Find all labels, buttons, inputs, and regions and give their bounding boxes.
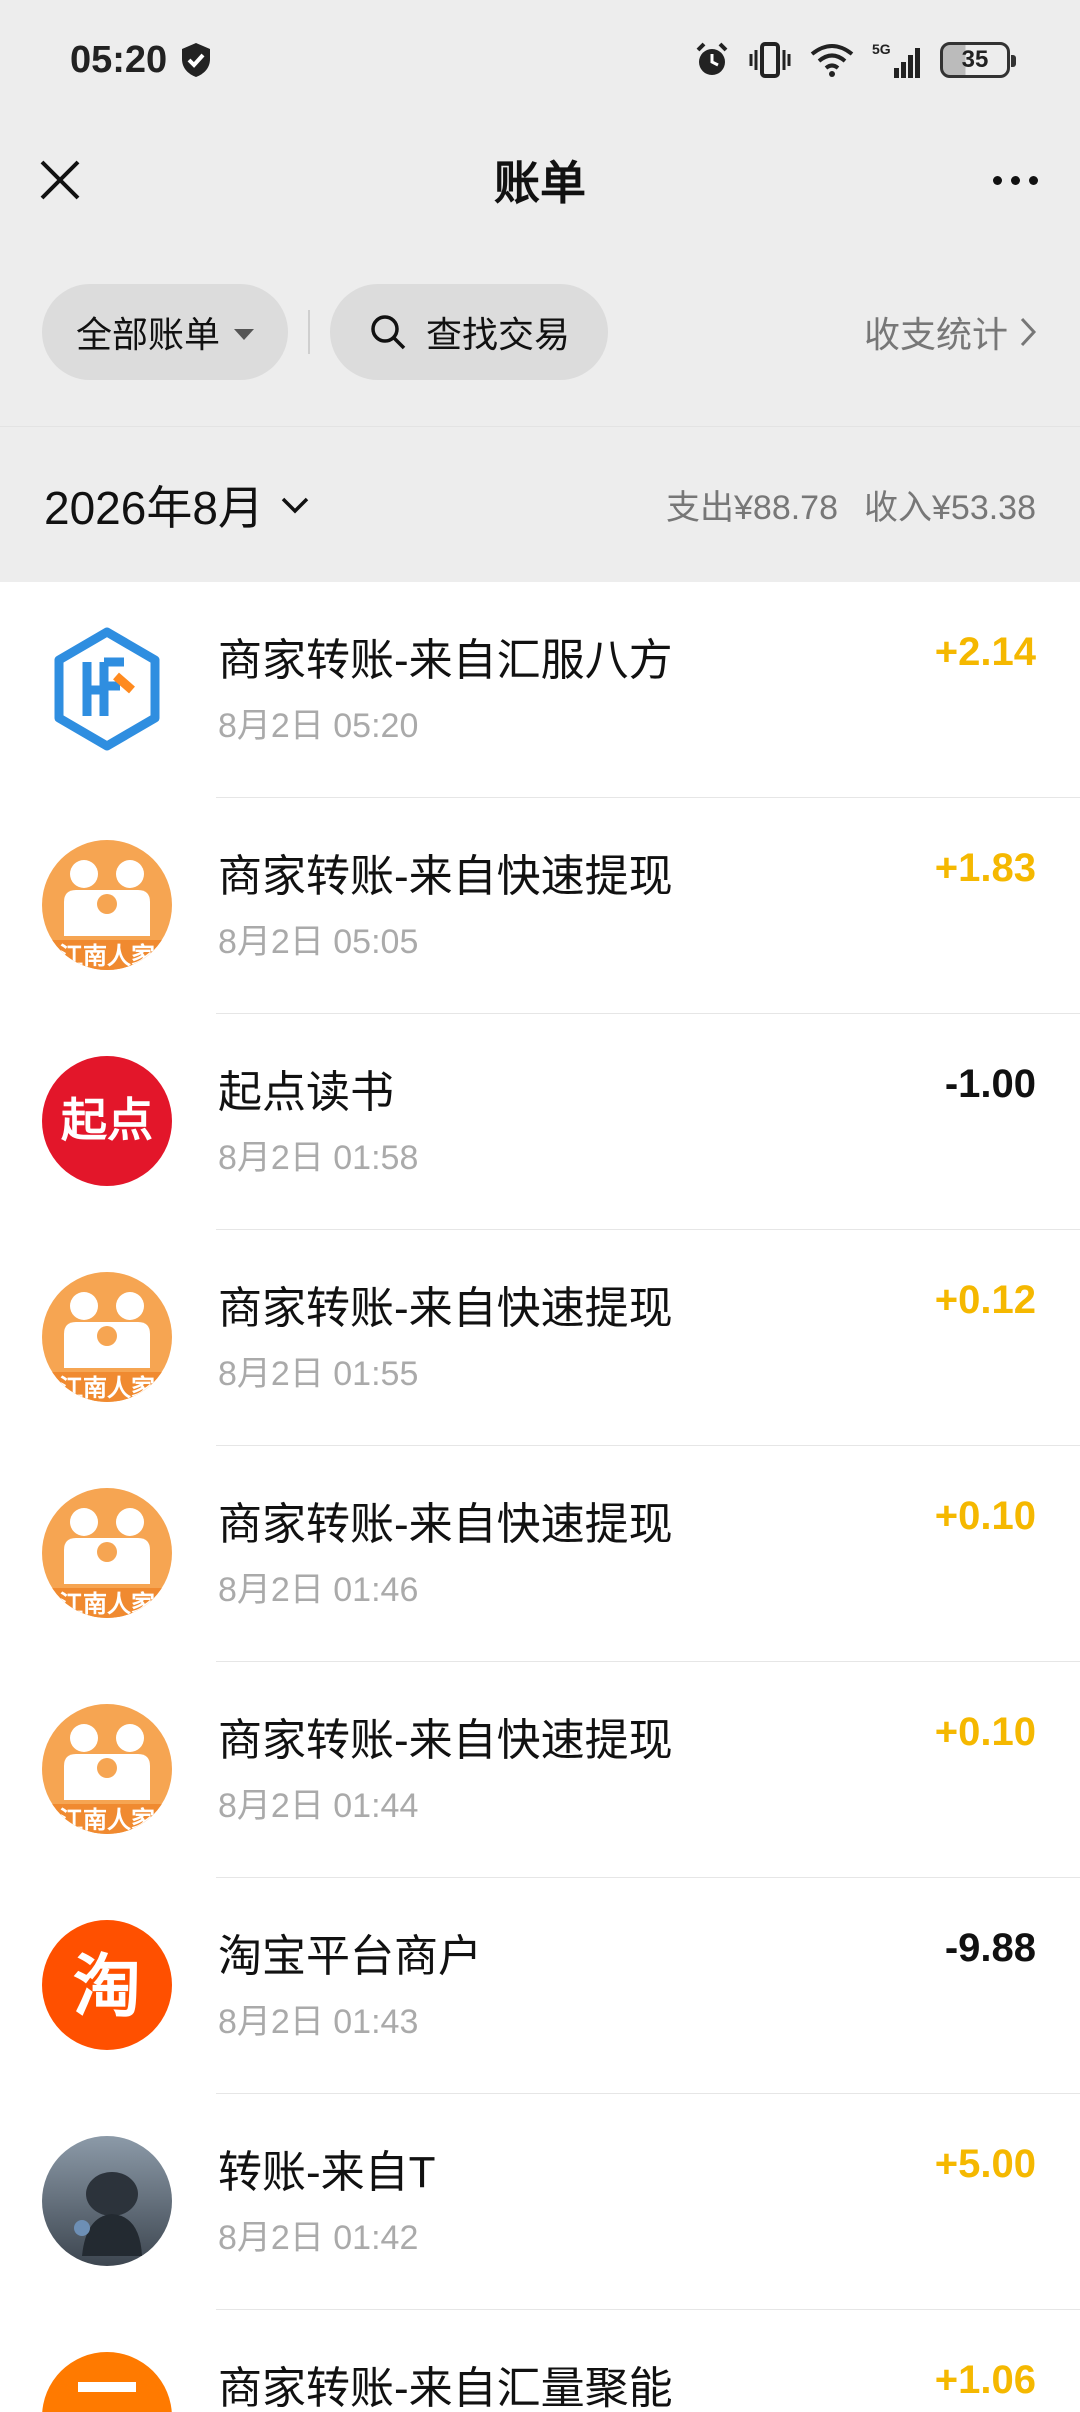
transaction-time: 8月2日 01:43 (218, 2003, 419, 2041)
transaction-name: 起点读书 (218, 1068, 394, 1117)
more-button[interactable] (980, 150, 1050, 210)
status-bar: 05:20 5G 35 (0, 0, 1080, 120)
transaction-name: 商家转账-来自快速提现 (218, 1500, 673, 1549)
transaction-row[interactable]: 起点 起点读书 8月2日 01:58 -1.00 (0, 1014, 1080, 1230)
transaction-row[interactable]: 江南人家 商家转账-来自快速提现 8月2日 01:44 +0.10 (0, 1662, 1080, 1878)
transaction-name: 商家转账-来自快速提现 (218, 1284, 673, 1333)
wifi-icon (810, 44, 854, 77)
month-selector[interactable]: 2026年8月 (44, 472, 310, 538)
transaction-row[interactable]: 江南人家 商家转账-来自快速提现 8月2日 01:46 +0.10 (0, 1446, 1080, 1662)
status-left: 05:20 (70, 39, 213, 82)
transaction-row[interactable]: 淘 淘宝平台商户 8月2日 01:43 -9.88 (0, 1878, 1080, 2094)
transaction-name: 商家转账-来自汇量聚能 (218, 2364, 673, 2412)
stats-label: 收支统计 (863, 314, 1008, 355)
transaction-amount: +0.10 (934, 1494, 1036, 1538)
caret-down-icon (234, 328, 255, 340)
shield-icon (182, 43, 211, 77)
family-logo-icon: 江南人家 (42, 1704, 172, 1834)
user-avatar (42, 2136, 172, 2266)
more-dot (1010, 175, 1020, 185)
svg-text:江南人家: 江南人家 (59, 1374, 155, 1402)
svg-text:江南人家: 江南人家 (59, 1806, 155, 1834)
hf-logo-icon (42, 624, 172, 754)
battery-level: 35 (961, 46, 989, 73)
all-bills-dropdown[interactable]: 全部账单 (42, 284, 289, 380)
transaction-amount: -1.00 (944, 1062, 1036, 1106)
search-transactions-button[interactable]: 查找交易 (330, 284, 609, 380)
family-logo-icon: 江南人家 (42, 1488, 172, 1618)
signal-icon: 5G (872, 41, 920, 78)
transaction-amount: +1.83 (934, 846, 1036, 890)
transaction-name: 转账-来自T (218, 2148, 436, 2197)
network-label: 5G (872, 41, 891, 57)
transaction-time: 8月2日 05:05 (218, 923, 419, 961)
svg-text:江南人家: 江南人家 (59, 1590, 155, 1618)
transaction-amount: +2.14 (934, 630, 1036, 674)
qidian-logo-icon: 起点 (42, 1056, 172, 1186)
transaction-name: 商家转账-来自快速提现 (218, 1716, 673, 1765)
svg-text:起点: 起点 (61, 1093, 153, 1147)
month-income: 收入¥53.38 (864, 489, 1036, 527)
family-logo-icon: 江南人家 (42, 840, 172, 970)
transaction-time: 8月2日 05:20 (218, 707, 419, 745)
chevron-right-icon (1020, 317, 1037, 347)
transaction-name: 商家转账-来自汇服八方 (218, 636, 673, 685)
transaction-row[interactable]: 商家转账-来自汇服八方 8月2日 05:20 +2.14 (0, 582, 1080, 798)
transaction-row[interactable]: 转账-来自T 8月2日 01:42 +5.00 (0, 2094, 1080, 2310)
stats-link[interactable]: 收支统计 (864, 306, 1038, 358)
more-dot (992, 175, 1002, 185)
transaction-name: 淘宝平台商户 (218, 1932, 482, 1981)
vibrate-icon (749, 42, 791, 78)
transaction-amount: +0.10 (934, 1710, 1036, 1754)
alarm-icon (696, 42, 728, 75)
transaction-time: 8月2日 01:44 (218, 1787, 419, 1825)
transaction-time: 8月2日 01:58 (218, 1139, 419, 1177)
transaction-time: 8月2日 01:55 (218, 1355, 419, 1393)
month-summary: 支出¥88.78 收入¥53.38 (666, 480, 1036, 529)
taobao-logo-icon: 淘 (42, 1920, 172, 2050)
status-right: 5G 35 (692, 40, 1016, 80)
status-time: 05:20 (70, 38, 168, 81)
month-expense: 支出¥88.78 (666, 489, 838, 527)
month-bar: 2026年8月 支出¥88.78 收入¥53.38 (0, 426, 1080, 582)
more-dot (1028, 175, 1038, 185)
search-icon (371, 315, 406, 350)
transaction-amount: +1.06 (934, 2358, 1036, 2402)
page-title: 账单 (494, 157, 586, 209)
month-label: 2026年8月 (44, 481, 264, 534)
search-label: 查找交易 (426, 314, 571, 355)
transaction-row[interactable]: 江南人家 商家转账-来自快速提现 8月2日 01:55 +0.12 (0, 1230, 1080, 1446)
transaction-amount: +0.12 (934, 1278, 1036, 1322)
title-bar: 账单 (0, 120, 1080, 240)
transaction-row[interactable]: 江南人家 商家转账-来自快速提现 8月2日 05:05 +1.83 (0, 798, 1080, 1014)
chevron-down-icon (281, 497, 309, 513)
divider (308, 310, 311, 354)
transaction-amount: +5.00 (934, 2142, 1036, 2186)
family-logo-icon: 江南人家 (42, 1272, 172, 1402)
transaction-time: 8月2日 01:42 (218, 2219, 419, 2257)
battery-icon: 35 (940, 42, 1016, 78)
transaction-list: 商家转账-来自汇服八方 8月2日 05:20 +2.14 江南人家 商家转账-来… (0, 582, 1080, 2412)
transaction-row[interactable]: 商家转账-来自汇量聚能 +1.06 (0, 2310, 1080, 2412)
svg-text:淘: 淘 (73, 1948, 141, 2027)
filter-bar: 全部账单 查找交易 收支统计 (0, 282, 1080, 382)
transaction-time: 8月2日 01:46 (218, 1571, 419, 1609)
transaction-amount: -9.88 (944, 1926, 1036, 1970)
svg-text:江南人家: 江南人家 (59, 942, 155, 970)
close-icon (40, 160, 80, 200)
transaction-name: 商家转账-来自快速提现 (218, 852, 673, 901)
all-bills-label: 全部账单 (76, 314, 221, 355)
merchant-logo-icon (42, 2352, 172, 2412)
close-button[interactable] (30, 150, 90, 210)
